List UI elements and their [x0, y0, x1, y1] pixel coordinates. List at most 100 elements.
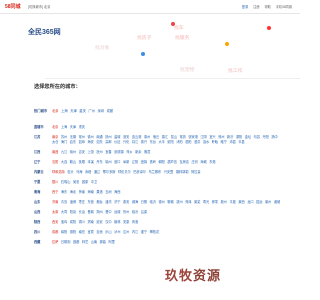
city-link[interactable]: 启东 — [70, 140, 76, 144]
city-link[interactable]: 果洛 — [96, 190, 102, 194]
city-link[interactable]: 赣州 — [70, 150, 76, 154]
city-link[interactable]: 南昌 — [52, 150, 58, 154]
city-link[interactable]: 宜宾 — [88, 230, 94, 234]
register-link[interactable]: 注册 — [253, 5, 259, 9]
city-link[interactable]: 泗洪 — [194, 140, 200, 144]
city-link[interactable]: 北京 — [52, 125, 58, 129]
city-link[interactable]: 莱州 — [265, 200, 271, 204]
city-link[interactable]: 玉树 — [105, 190, 111, 194]
city-link[interactable]: 寿光 — [203, 200, 209, 204]
city-link[interactable]: 乌兰察布 — [149, 170, 162, 174]
city-link[interactable]: 攀枝花 — [150, 230, 160, 234]
city-link[interactable]: 景德镇 — [114, 150, 124, 154]
city-link[interactable]: 中卫 — [91, 180, 97, 184]
city-link[interactable]: 南充 — [79, 230, 85, 234]
city-link[interactable]: 青岛 — [61, 200, 67, 204]
city-link[interactable]: 鄂尔多斯 — [103, 170, 116, 174]
city-link[interactable]: 山南 — [91, 240, 97, 244]
city-link[interactable]: 新沂 — [227, 135, 233, 139]
city-link[interactable]: 张家港 — [188, 135, 198, 139]
city-link[interactable]: 东台 — [150, 140, 156, 144]
city-link[interactable]: 重庆 — [79, 125, 85, 129]
city-link[interactable]: 枣庄 — [79, 200, 85, 204]
city-link[interactable]: 庄河 — [192, 160, 198, 164]
city-link[interactable]: 阜新 — [123, 160, 129, 164]
city-link[interactable]: 内江 — [132, 230, 138, 234]
city-link[interactable]: 招远 — [256, 200, 262, 204]
city-link[interactable]: 如皋 — [79, 140, 85, 144]
city-link[interactable]: 句容 — [254, 135, 260, 139]
city-link[interactable]: 靖江 — [132, 140, 138, 144]
city-link[interactable]: 九江 — [61, 150, 67, 154]
city-link[interactable]: 宝鸡 — [61, 220, 67, 224]
city-link[interactable]: 烟台 — [96, 200, 102, 204]
city-link[interactable]: 龙口 — [247, 200, 253, 204]
city-link[interactable]: 丹东 — [96, 160, 102, 164]
city-link[interactable]: 淮安 — [123, 135, 129, 139]
city-link[interactable]: 泗阳 — [185, 140, 191, 144]
login-link[interactable]: 登录 — [242, 5, 248, 9]
city-link[interactable]: 诸城 — [274, 200, 280, 204]
city-link[interactable]: 徐州 — [88, 135, 94, 139]
city-link[interactable]: 江阴 — [200, 135, 206, 139]
city-link[interactable]: 上饶 — [88, 150, 94, 154]
city-link[interactable]: 射阳 — [167, 140, 173, 144]
city-link[interactable]: 抚州 — [96, 150, 102, 154]
city-link[interactable]: 聊城 — [167, 200, 173, 204]
city-link[interactable]: 辽阳 — [132, 160, 138, 164]
city-link[interactable]: 溧阳 — [236, 135, 242, 139]
city-link[interactable]: 济宁 — [114, 200, 120, 204]
city-link[interactable]: 海安 — [88, 140, 94, 144]
city-link[interactable]: 德阳 — [70, 230, 76, 234]
mobile-link[interactable]: 手机58同城 — [276, 5, 292, 9]
city-link[interactable]: 苏州 — [61, 135, 67, 139]
city-link[interactable]: 运城 — [114, 210, 120, 214]
city-link[interactable]: 胶州 — [221, 200, 227, 204]
city-link[interactable]: 临沂 — [150, 200, 156, 204]
city-link[interactable]: 太原 — [52, 210, 58, 214]
city-link[interactable]: 吴忠 — [73, 180, 79, 184]
city-link[interactable]: 宜春 — [105, 150, 111, 154]
city-link[interactable]: 即墨 — [212, 200, 218, 204]
city-link[interactable]: 泸州 — [114, 230, 120, 234]
city-link[interactable]: 遂宁 — [141, 230, 147, 234]
city-link[interactable]: 盐城 — [114, 135, 120, 139]
city-link[interactable]: 睢宁 — [221, 140, 227, 144]
city-link[interactable]: 南通 — [96, 135, 102, 139]
city-link[interactable]: 连云港 — [132, 135, 142, 139]
city-link[interactable]: 晋城 — [88, 210, 94, 214]
city-link[interactable]: 锦州 — [105, 160, 111, 164]
city-link[interactable]: 咸阳 — [70, 220, 76, 224]
city-link[interactable]: 无锡 — [70, 135, 76, 139]
city-link[interactable]: 扬中 — [271, 135, 277, 139]
city-link[interactable]: 盱眙 — [212, 140, 218, 144]
city-link[interactable]: 葫芦岛 — [167, 160, 177, 164]
city-link[interactable]: 呼伦贝尔 — [118, 170, 131, 174]
city-link[interactable]: 成都 — [52, 230, 58, 234]
city-link[interactable]: 林芝 — [82, 240, 88, 244]
city-link[interactable]: 汉中 — [105, 220, 111, 224]
city-link[interactable]: 涟水 — [203, 140, 209, 144]
city-link[interactable]: 赤峰 — [85, 170, 91, 174]
city-link[interactable]: 威海 — [132, 200, 138, 204]
city-link[interactable]: 海东 — [61, 190, 67, 194]
city-link[interactable]: 莱芜 — [194, 200, 200, 204]
hot-city-link[interactable]: 北京 — [52, 109, 59, 113]
city-link[interactable]: 营口 — [114, 160, 120, 164]
hot-city-link[interactable]: 广州 — [88, 109, 95, 113]
city-link[interactable]: 德州 — [159, 200, 165, 204]
city-link[interactable]: 铜川 — [79, 220, 85, 224]
city-link[interactable]: 兴安盟 — [164, 170, 174, 174]
city-link[interactable]: 太仓 — [52, 140, 58, 144]
city-link[interactable]: 黄南 — [79, 190, 85, 194]
city-link[interactable]: 常熟 — [179, 135, 185, 139]
city-link[interactable]: 潍坊 — [105, 200, 111, 204]
city-link[interactable]: 晋中 — [105, 210, 111, 214]
help-link[interactable]: 帮助 — [264, 5, 270, 9]
city-link[interactable]: 高邮 — [105, 140, 111, 144]
city-link[interactable]: 新余 — [135, 150, 141, 154]
city-link[interactable]: 西宁 — [52, 190, 58, 194]
city-link[interactable]: 丰县 — [238, 140, 244, 144]
city-link[interactable]: 东营 — [88, 200, 94, 204]
hot-city-link[interactable]: 重庆 — [79, 109, 86, 113]
